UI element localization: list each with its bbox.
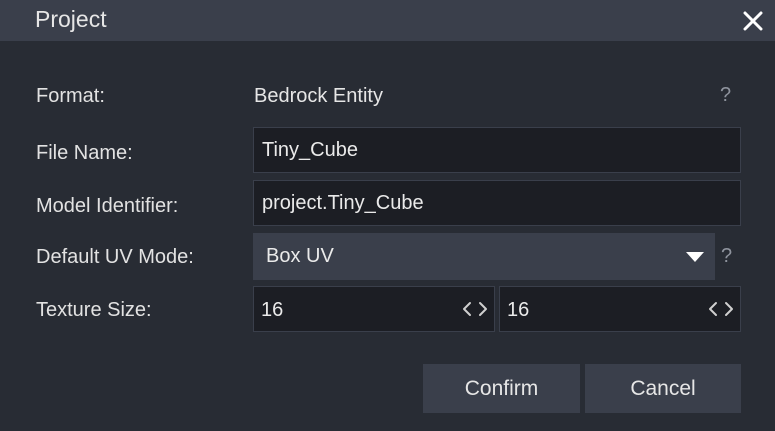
uv-mode-help-icon[interactable]: ? — [721, 244, 732, 268]
close-button[interactable] — [731, 0, 775, 41]
texture-size-label: Texture Size: — [36, 299, 152, 321]
texture-width-value: 16 — [261, 299, 284, 321]
format-help-icon[interactable]: ? — [720, 83, 731, 107]
dialog-titlebar[interactable]: Project — [0, 0, 775, 41]
dialog-title: Project — [35, 6, 107, 32]
horizontal-arrows-icon[interactable] — [708, 301, 734, 317]
project-dialog: Project Format: Bedrock Entity ? File Na… — [0, 0, 775, 431]
close-icon — [743, 11, 763, 30]
model-identifier-label: Model Identifier: — [36, 195, 179, 217]
caret-down-icon — [686, 252, 704, 262]
format-value: Bedrock Entity — [254, 85, 383, 107]
texture-height-value: 16 — [507, 299, 530, 321]
format-label: Format: — [36, 85, 105, 107]
file-name-input[interactable] — [253, 127, 741, 173]
texture-height-input[interactable]: 16 — [499, 286, 741, 332]
model-identifier-input[interactable] — [253, 180, 741, 226]
texture-width-input[interactable]: 16 — [253, 286, 495, 332]
uv-mode-label: Default UV Mode: — [36, 246, 194, 268]
file-name-label: File Name: — [36, 142, 133, 164]
uv-mode-selected-value: Box UV — [266, 245, 334, 267]
cancel-button[interactable]: Cancel — [585, 364, 741, 413]
confirm-button[interactable]: Confirm — [423, 364, 580, 413]
uv-mode-select[interactable]: Box UV — [253, 233, 715, 280]
horizontal-arrows-icon[interactable] — [462, 301, 488, 317]
